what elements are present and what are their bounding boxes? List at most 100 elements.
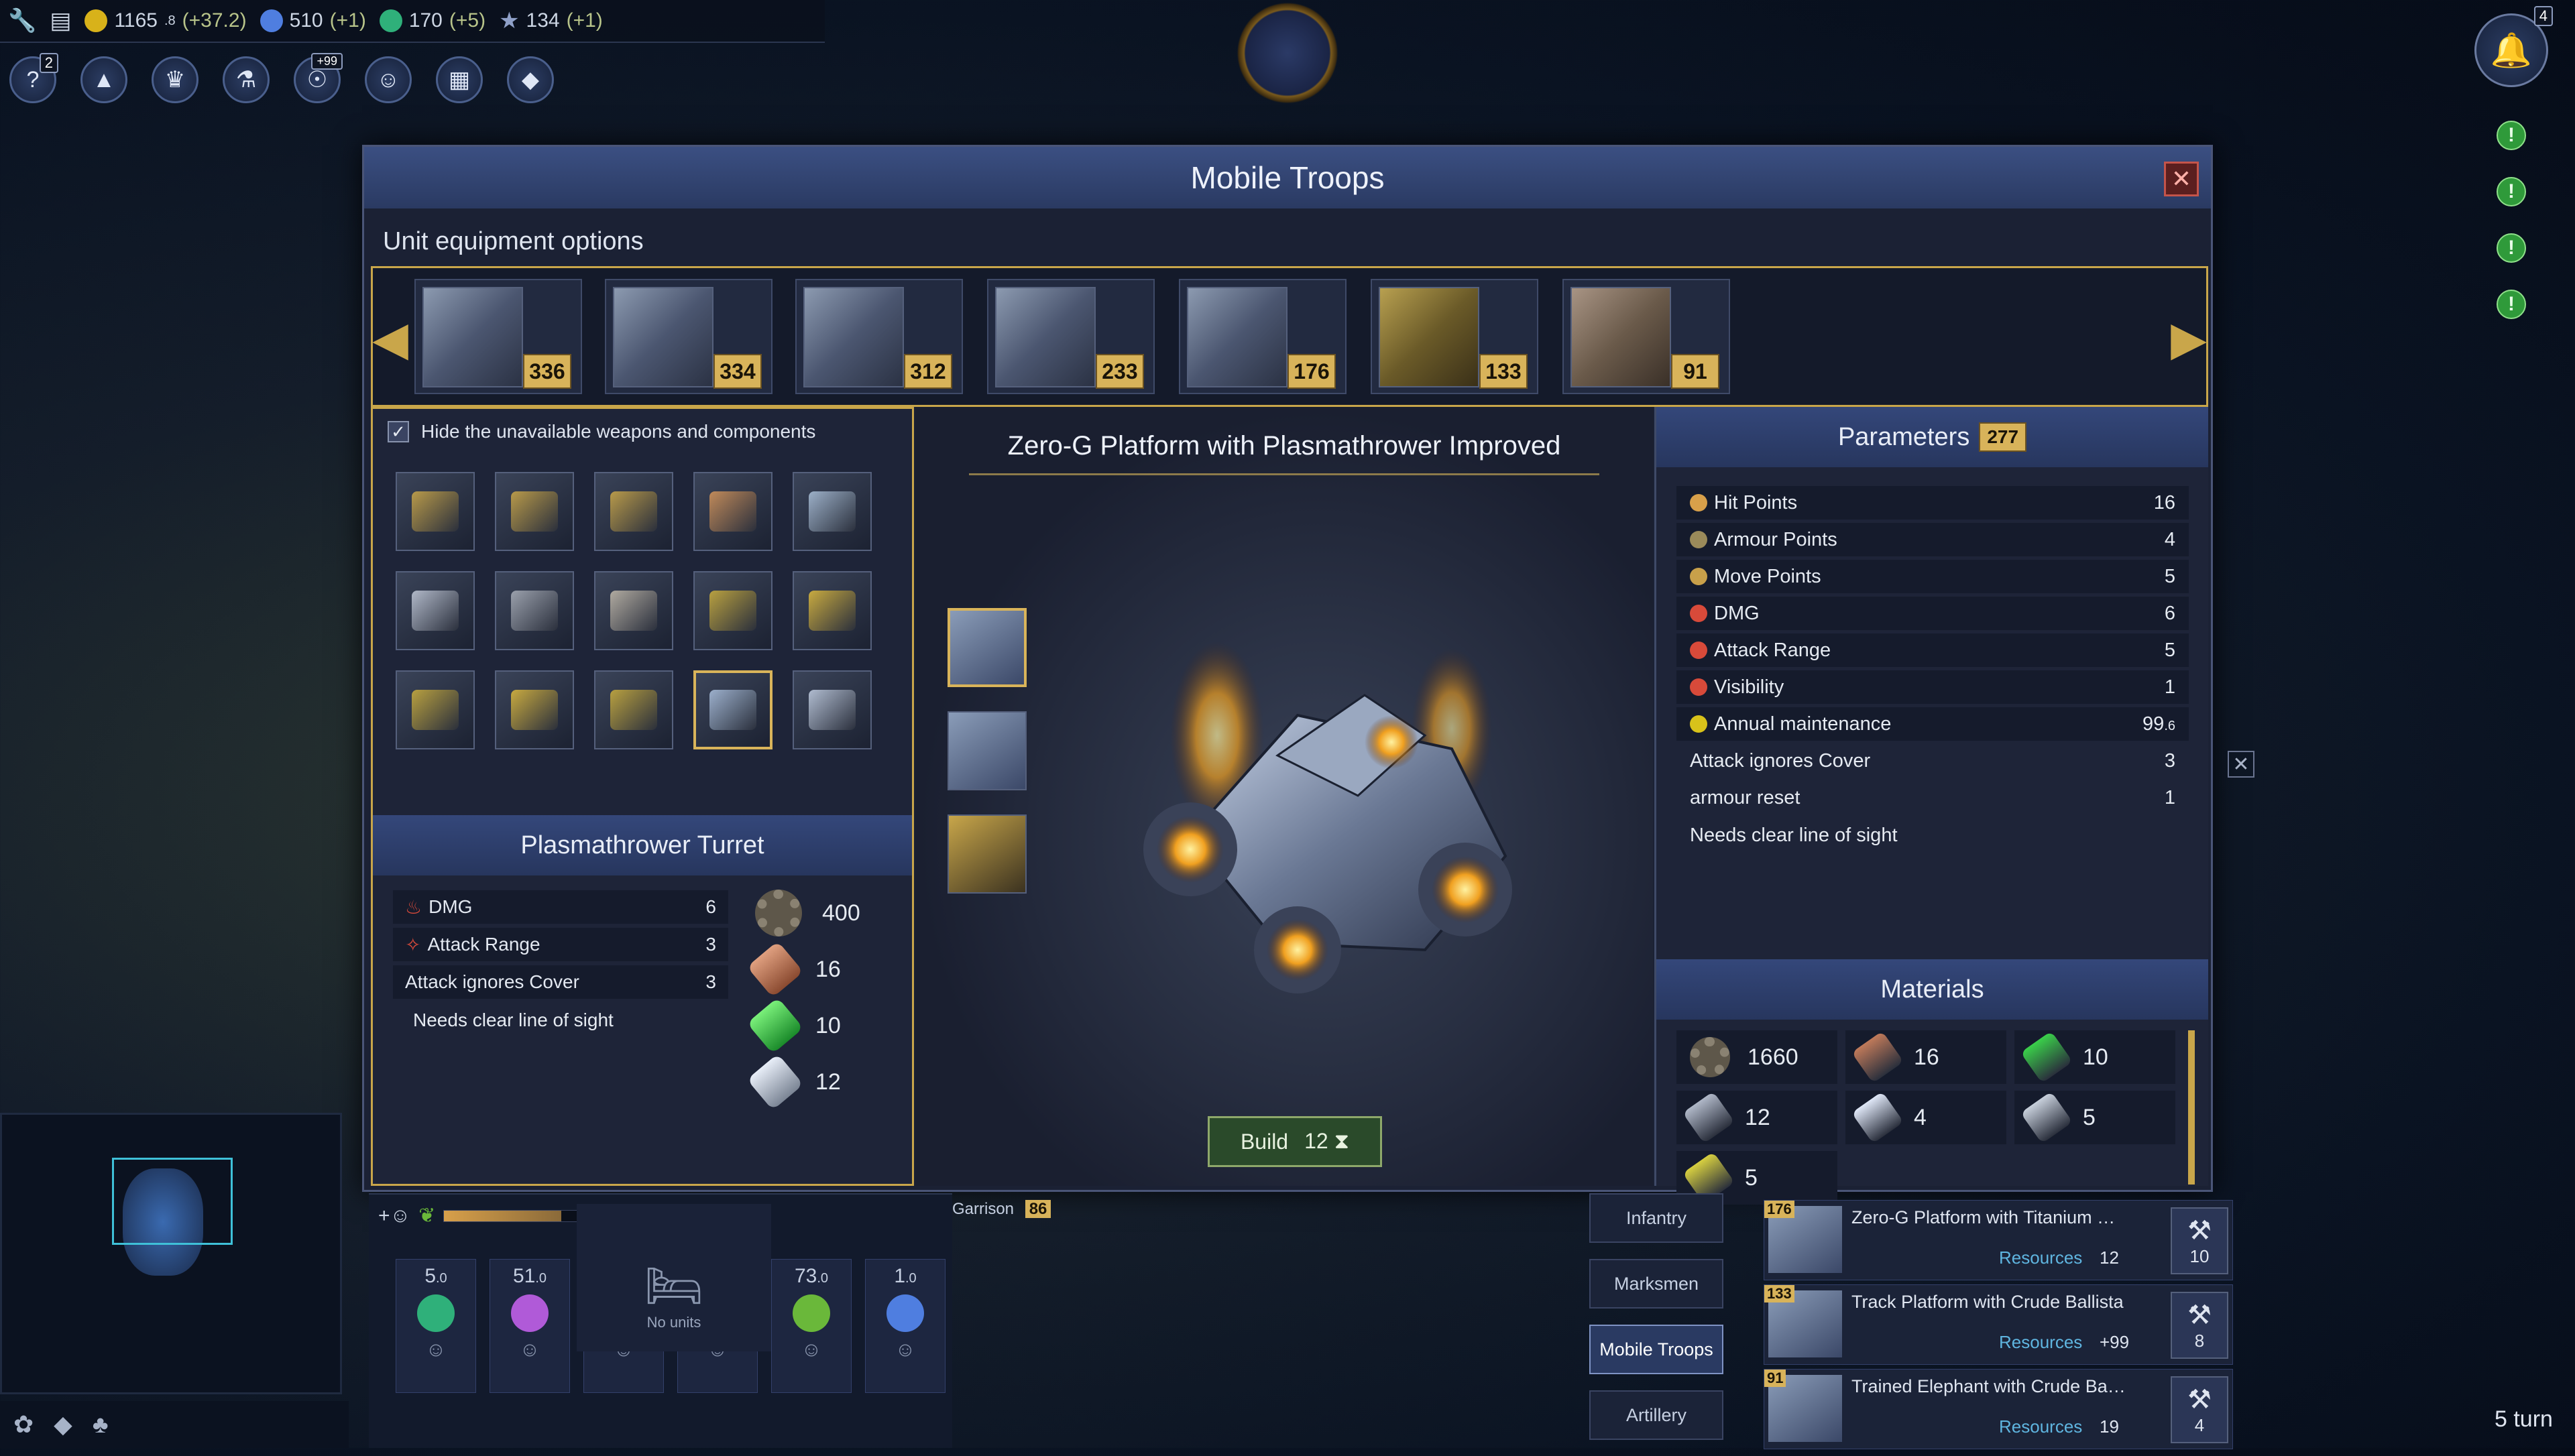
production-button[interactable]: ▲	[80, 56, 127, 103]
yield-column[interactable]: 1.0 ☺	[865, 1259, 946, 1393]
unit-option[interactable]: 133	[1371, 279, 1538, 394]
minimap[interactable]	[0, 1113, 342, 1394]
unit-carousel: ◀ ▶ 336 334 312 233 176 133 91	[371, 266, 2208, 407]
map-button[interactable]: ▦	[436, 56, 483, 103]
palm-icon[interactable]: ♣	[93, 1410, 109, 1439]
heart-icon	[1690, 494, 1707, 511]
hammer-icon: ⚒	[2187, 1300, 2212, 1330]
alert-icon[interactable]: !	[2497, 233, 2526, 263]
alert-icon[interactable]: !	[2497, 177, 2526, 206]
carousel-next-button[interactable]: ▶	[2171, 282, 2207, 396]
crown-button[interactable]: ♛	[152, 56, 198, 103]
category-tab[interactable]: Marksmen	[1589, 1259, 1723, 1309]
nodes-icon[interactable]: ✿	[13, 1410, 34, 1439]
weapon-option[interactable]	[396, 670, 475, 749]
damage-icon: ♨	[405, 896, 422, 918]
equipment-slot-armor[interactable]	[948, 814, 1027, 894]
material-row: 10	[746, 997, 903, 1054]
resources-link[interactable]: Resources	[1999, 1332, 2082, 1353]
line-of-sight-note: Needs clear line of sight	[1690, 825, 1898, 846]
weapon-option[interactable]	[495, 472, 574, 551]
parameters-panel: Parameters 277 Hit Points 16 Armour Points…	[1654, 407, 2208, 1205]
worker-icon: ☺	[895, 1339, 916, 1361]
gear-icon	[755, 890, 802, 936]
weapon-option[interactable]	[693, 571, 772, 650]
build-hammer-button[interactable]: ⚒ 4	[2171, 1376, 2228, 1443]
steel-icon	[1682, 1091, 1735, 1144]
unit-option[interactable]: 233	[987, 279, 1155, 394]
quest-button[interactable]: ? 2	[9, 53, 58, 103]
resources-link[interactable]: Resources	[1999, 1248, 2082, 1268]
economy-button[interactable]: ☉ +99	[294, 53, 343, 103]
alert-icon[interactable]: !	[2497, 121, 2526, 150]
weapon-option[interactable]	[396, 472, 475, 551]
alert-icon[interactable]: !	[2497, 290, 2526, 319]
population-button[interactable]: ☺	[365, 56, 412, 103]
resources-link[interactable]: Resources	[1999, 1416, 2082, 1437]
unit-category-list: Infantry Marksmen Mobile Troops Artillery	[1589, 1193, 1723, 1456]
gem-button[interactable]: ◆	[507, 56, 554, 103]
bell-icon: 🔔	[2490, 31, 2533, 69]
weapon-option[interactable]	[594, 571, 673, 650]
unit-preview: Zero-G Platform with Plasmathrower Impro…	[915, 407, 1653, 1186]
unit-option[interactable]: 91	[1562, 279, 1730, 394]
worker-icon: ☺	[425, 1339, 447, 1361]
unit-option[interactable]: 336	[414, 279, 582, 394]
equipment-slot-chassis[interactable]	[948, 711, 1027, 790]
queue-item[interactable]: 176 Zero-G Platform with Titanium Ball...…	[1764, 1200, 2233, 1280]
bed-icon: 🛏	[644, 1260, 704, 1312]
weapon-icon	[709, 690, 756, 730]
chart-icon: ▲	[93, 66, 115, 93]
unit-option[interactable]: 176	[1179, 279, 1347, 394]
fame-resource[interactable]: ★ 134 (+1)	[499, 7, 603, 34]
queue-item[interactable]: 133 Track Platform with Crude Ballista Res…	[1764, 1284, 2233, 1365]
unit-name: Zero-G Platform with Plasmathrower Impro…	[969, 431, 1599, 475]
unit-option[interactable]: 312	[795, 279, 963, 394]
energy-resource[interactable]: 510 (+1)	[260, 9, 366, 32]
yield-column[interactable]: 73.0 ☺	[771, 1259, 852, 1393]
add-person-icon[interactable]: +☺	[378, 1205, 410, 1227]
category-tab[interactable]: Infantry	[1589, 1193, 1723, 1243]
build-hammer-button[interactable]: ⚒ 10	[2171, 1207, 2228, 1274]
visibility-icon	[1690, 678, 1707, 696]
category-tab[interactable]: Artillery	[1589, 1390, 1723, 1440]
weapon-option[interactable]	[793, 472, 872, 551]
faction-emblem-icon[interactable]	[1233, 0, 1342, 106]
close-button[interactable]: ✕	[2164, 162, 2199, 196]
weapon-grid	[396, 472, 905, 749]
bell-button[interactable]: 🔔 4	[2474, 6, 2553, 87]
book-icon[interactable]: ▤	[50, 7, 71, 34]
weapon-option[interactable]	[396, 571, 475, 650]
materials-scrollbar[interactable]	[2188, 1030, 2195, 1185]
crystal-icon	[1851, 1091, 1904, 1144]
queue-item[interactable]: 91 Trained Elephant with Crude Ballista Re…	[1764, 1369, 2233, 1449]
research-button[interactable]: ⚗	[223, 56, 270, 103]
yield-column[interactable]: 5.0 ☺	[396, 1259, 476, 1393]
minimap-viewport[interactable]	[112, 1158, 233, 1245]
category-tab[interactable]: Mobile Troops	[1589, 1325, 1723, 1374]
weapon-option[interactable]	[693, 472, 772, 551]
equipment-slot-weapon[interactable]	[948, 608, 1027, 687]
weapon-option[interactable]	[793, 571, 872, 650]
weapon-option[interactable]	[793, 670, 872, 749]
settings-icon[interactable]: 🔧	[8, 7, 36, 34]
gold-resource[interactable]: 1165.8 (+37.2)	[84, 9, 247, 32]
weapon-option[interactable]	[693, 670, 772, 749]
yield-column[interactable]: 51.0 ☺	[490, 1259, 570, 1393]
side-close-icon[interactable]: ✕	[2228, 751, 2254, 778]
build-button[interactable]: Build 12 ⧗	[1208, 1116, 1382, 1167]
unit-option[interactable]: 334	[605, 279, 772, 394]
build-hammer-button[interactable]: ⚒ 8	[2171, 1292, 2228, 1359]
culture-resource[interactable]: 170 (+5)	[379, 9, 485, 32]
checkbox[interactable]: ✓	[388, 421, 409, 442]
material-item: 10	[2014, 1030, 2175, 1084]
hide-unavailable-toggle[interactable]: ✓ Hide the unavailable weapons and compo…	[388, 421, 815, 442]
carousel-prev-button[interactable]: ◀	[372, 282, 408, 396]
turret-title: Plasmathrower Turret	[373, 815, 912, 875]
weapon-option[interactable]	[594, 472, 673, 551]
gem-icon[interactable]: ◆	[54, 1410, 72, 1439]
weapon-option[interactable]	[594, 670, 673, 749]
gem-icon: ◆	[521, 67, 540, 93]
weapon-option[interactable]	[495, 571, 574, 650]
weapon-option[interactable]	[495, 670, 574, 749]
